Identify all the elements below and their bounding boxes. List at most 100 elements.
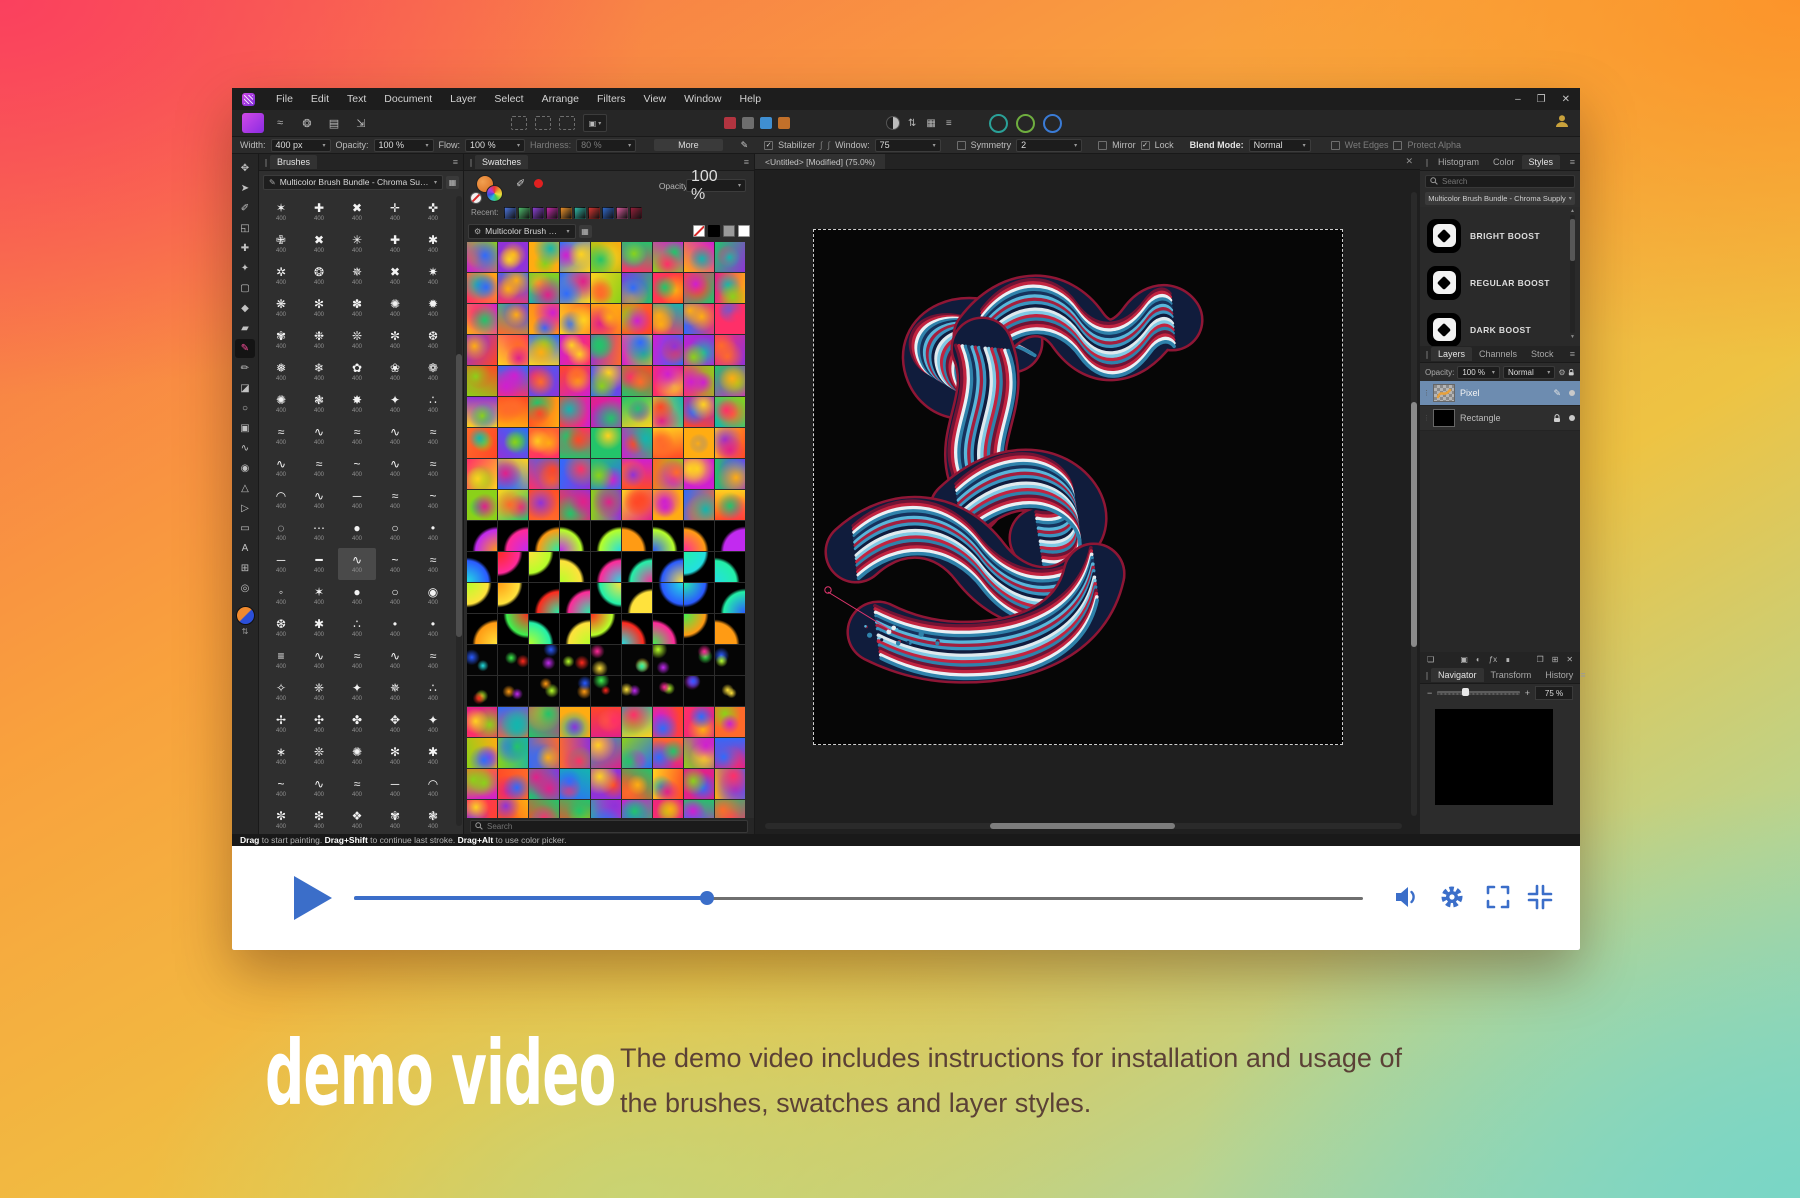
swatch-thumbnail[interactable] <box>684 397 714 427</box>
swatch-thumbnail[interactable] <box>684 552 714 582</box>
tab-color[interactable]: Color <box>1486 155 1522 169</box>
selection-invert-icon[interactable] <box>559 116 575 130</box>
tab-transform[interactable]: Transform <box>1484 668 1539 682</box>
share-icon[interactable] <box>1016 114 1035 133</box>
recent-swatch[interactable] <box>560 207 572 219</box>
brush-item[interactable]: ✱400 <box>414 228 452 260</box>
swatch-thumbnail[interactable] <box>498 738 528 768</box>
assistant-icon[interactable] <box>724 117 736 129</box>
blur-tool[interactable]: ◉ <box>235 459 255 478</box>
swatch-thumbnail[interactable] <box>622 707 652 737</box>
menu-text[interactable]: Text <box>338 93 375 105</box>
layer-blend-select[interactable]: Normal▾ <box>1503 366 1555 379</box>
eyedropper-icon[interactable]: ✐ <box>516 177 525 190</box>
wet-edges-checkbox[interactable] <box>1331 141 1340 150</box>
brush-item[interactable]: ✿400 <box>338 356 376 388</box>
menu-view[interactable]: View <box>635 93 676 105</box>
brush-item[interactable]: ◠400 <box>262 484 300 516</box>
brush-item[interactable]: ❖400 <box>338 804 376 834</box>
swatch-thumbnail[interactable] <box>622 242 652 272</box>
swatch-thumbnail[interactable] <box>684 459 714 489</box>
swatch-thumbnail[interactable] <box>715 366 745 396</box>
brush-item[interactable]: ≈400 <box>338 420 376 452</box>
swatch-thumbnail[interactable] <box>653 459 683 489</box>
brush-item[interactable]: ◦400 <box>262 580 300 612</box>
swatch-thumbnail[interactable] <box>684 676 714 706</box>
swatch-thumbnail[interactable] <box>622 800 652 818</box>
menu-document[interactable]: Document <box>375 93 441 105</box>
swatch-thumbnail[interactable] <box>560 335 590 365</box>
brush-item[interactable]: ○400 <box>376 580 414 612</box>
develop-persona[interactable]: ❂ <box>296 113 318 133</box>
brush-item[interactable]: ✛400 <box>376 196 414 228</box>
blend-mode-select[interactable]: Normal▾ <box>1249 139 1311 152</box>
swatch-thumbnail[interactable] <box>591 676 621 706</box>
black-swatch[interactable] <box>708 225 720 237</box>
play-button[interactable] <box>294 876 332 920</box>
menu-layer[interactable]: Layer <box>441 93 485 105</box>
swatch-thumbnail[interactable] <box>622 366 652 396</box>
swatch-thumbnail[interactable] <box>622 304 652 334</box>
tab-history[interactable]: History <box>1538 668 1580 682</box>
swatch-thumbnail[interactable] <box>622 738 652 768</box>
brush-item[interactable]: •400 <box>376 612 414 644</box>
layer-opacity-input[interactable]: 100 %▾ <box>1457 366 1500 379</box>
swatch-thumbnail[interactable] <box>498 614 528 644</box>
swatch-thumbnail[interactable] <box>560 428 590 458</box>
brush-item[interactable]: ✙400 <box>262 228 300 260</box>
swatch-thumbnail[interactable] <box>684 273 714 303</box>
swatch-thumbnail[interactable] <box>467 242 497 272</box>
brush-item[interactable]: ●400 <box>338 580 376 612</box>
brush-item[interactable]: ∿400 <box>376 644 414 676</box>
swatch-thumbnail[interactable] <box>560 707 590 737</box>
selection-brush-tool[interactable]: ✦ <box>235 259 255 278</box>
tab-layers[interactable]: Layers <box>1431 347 1472 361</box>
color-picker-tool[interactable]: ✐ <box>235 199 255 218</box>
brush-item[interactable]: ✤400 <box>338 708 376 740</box>
symmetry-input[interactable]: 2▾ <box>1016 139 1082 152</box>
swatch-thumbnail[interactable] <box>560 769 590 799</box>
brush-item[interactable]: ∿400 <box>300 772 338 804</box>
swatch-thumbnail[interactable] <box>529 428 559 458</box>
zoom-tool[interactable]: ◎ <box>235 579 255 598</box>
style-item[interactable]: BRIGHT BOOST <box>1427 212 1564 259</box>
brush-item[interactable]: ❂400 <box>300 260 338 292</box>
close-button[interactable]: ✕ <box>1562 94 1570 105</box>
brush-item[interactable]: ✖400 <box>376 260 414 292</box>
swatch-thumbnail[interactable] <box>467 397 497 427</box>
exit-fullscreen-icon[interactable] <box>1526 883 1554 911</box>
symmetry-checkbox[interactable] <box>957 141 966 150</box>
swatch-thumbnail[interactable] <box>467 428 497 458</box>
brush-item[interactable]: ✚400 <box>300 196 338 228</box>
brush-item[interactable]: ❁400 <box>414 356 452 388</box>
visibility-dot[interactable] <box>1569 415 1575 421</box>
swatch-bundle-select[interactable]: ⚙ Multicolor Brush Bundle - Chroma Suppl… <box>468 224 576 239</box>
scroll-up-icon[interactable]: ▲ <box>1570 208 1575 214</box>
swatch-thumbnail[interactable] <box>622 676 652 706</box>
swatch-thumbnail[interactable] <box>467 490 497 520</box>
text-tool[interactable]: A <box>235 539 255 558</box>
brush-item[interactable]: ◉400 <box>414 580 452 612</box>
swatch-thumbnail[interactable] <box>591 397 621 427</box>
swatch-thumbnail[interactable] <box>591 583 621 613</box>
brush-item[interactable]: ✼400 <box>262 804 300 834</box>
swatch-thumbnail[interactable] <box>529 273 559 303</box>
brush-item[interactable]: ≈400 <box>414 548 452 580</box>
arrange-icon[interactable]: ≡ <box>946 118 952 129</box>
recent-swatch[interactable] <box>602 207 614 219</box>
gray-swatch[interactable] <box>723 225 735 237</box>
swatch-thumbnail[interactable] <box>529 676 559 706</box>
brush-item[interactable]: ✺400 <box>338 740 376 772</box>
protect-alpha-checkbox[interactable] <box>1393 141 1402 150</box>
grid-view-icon[interactable]: ▦ <box>926 118 935 129</box>
swatch-thumbnail[interactable] <box>560 490 590 520</box>
brush-item[interactable]: ∿400 <box>338 548 376 580</box>
color-swap-icon[interactable]: ⇅ <box>908 118 916 129</box>
brush-item[interactable]: ✚400 <box>376 228 414 260</box>
export-persona[interactable]: ⇲ <box>350 113 372 133</box>
swatch-thumbnail[interactable] <box>529 521 559 551</box>
brush-item[interactable]: ≈400 <box>338 644 376 676</box>
brush-item[interactable]: ●400 <box>338 516 376 548</box>
brush-item[interactable]: ✱400 <box>414 740 452 772</box>
swatch-opacity-input[interactable]: 100 %▾ <box>686 179 746 192</box>
